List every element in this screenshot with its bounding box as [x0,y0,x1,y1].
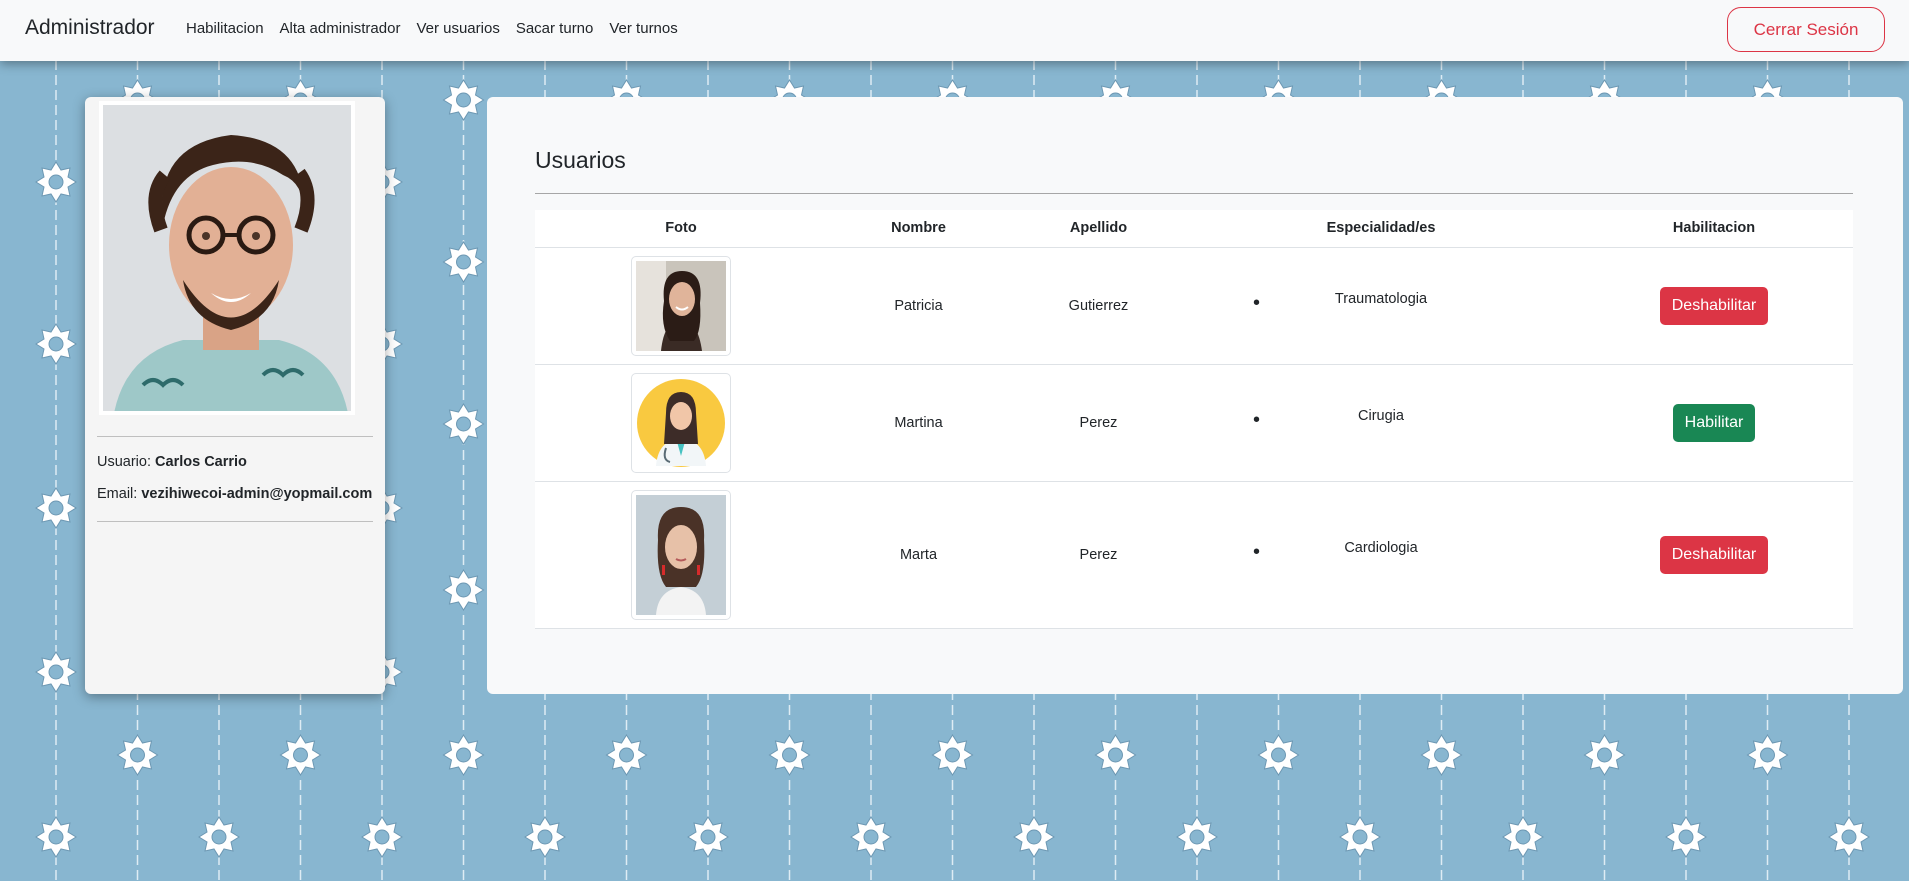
user-photo [631,255,731,356]
table-header-row: Foto Nombre Apellido Especialidad/es Hab… [535,210,1853,248]
user-apellido: Perez [1010,364,1187,482]
users-table: Foto Nombre Apellido Especialidad/es Hab… [535,210,1853,629]
profile-photo [99,101,355,415]
user-photo-cell [535,364,827,482]
user-photo-martina [636,377,726,468]
top-navbar: Administrador Habilitacion Alta administ… [0,0,1909,61]
profile-card: Usuario: Carlos Carrio Email: vezihiweco… [85,97,385,694]
nav-link-alta-administrador[interactable]: Alta administrador [280,20,401,37]
user-especialidad: Cirugia [1358,407,1404,424]
user-nombre: Martina [827,364,1010,482]
nav-link-habilitacion[interactable]: Habilitacion [186,20,264,37]
users-table-wrapper: Foto Nombre Apellido Especialidad/es Hab… [535,210,1853,629]
profile-divider-top [97,436,373,437]
column-header-apellido: Apellido [1010,210,1187,248]
users-panel: Usuarios Foto Nombre Apellido Especialid… [487,97,1903,694]
user-especialidad: Traumatologia [1334,290,1428,307]
user-apellido: Perez [1010,481,1187,629]
user-photo-cell [535,481,827,629]
profile-email-line: Email: vezihiwecoi-admin@yopmail.com [97,486,372,502]
disable-user-button[interactable]: Deshabilitar [1659,535,1769,574]
user-nombre: Patricia [827,247,1010,365]
bullet-icon: • [1253,540,1261,563]
brand-title[interactable]: Administrador [25,16,155,40]
user-photo [631,372,731,473]
user-action-cell: Deshabilitar [1575,247,1853,365]
disable-user-button[interactable]: Deshabilitar [1659,286,1769,325]
profile-user-label: Usuario: [97,454,151,470]
page-title: Usuarios [535,147,626,173]
user-nombre: Marta [827,481,1010,629]
logout-button[interactable]: Cerrar Sesión [1727,7,1885,52]
title-divider [535,193,1853,194]
user-action-cell: Deshabilitar [1575,481,1853,629]
enable-user-button[interactable]: Habilitar [1672,403,1756,442]
table-row: Martina Perez • Cirugia Habilitar [535,364,1853,482]
nav-link-sacar-turno[interactable]: Sacar turno [516,20,594,37]
profile-user-line: Usuario: Carlos Carrio [97,454,247,470]
column-header-especialidad: Especialidad/es [1187,210,1575,248]
profile-email-value: vezihiwecoi-admin@yopmail.com [141,486,373,502]
user-photo-marta [636,494,726,615]
user-photo-cell [535,247,827,365]
user-action-cell: Habilitar [1575,364,1853,482]
user-especialidad-cell: • Cirugia [1187,364,1575,482]
user-especialidad: Cardiologia [1344,539,1418,556]
profile-email-label: Email: [97,486,138,502]
nav-link-ver-turnos[interactable]: Ver turnos [609,20,677,37]
bullet-icon: • [1253,291,1261,314]
user-especialidad-cell: • Cardiologia [1187,481,1575,629]
user-photo-patricia [636,260,726,351]
column-header-foto: Foto [535,210,827,248]
user-photo [631,489,731,620]
user-especialidad-cell: • Traumatologia [1187,247,1575,365]
profile-divider-bottom [97,521,373,522]
user-apellido: Gutierrez [1010,247,1187,365]
bullet-icon: • [1253,408,1261,431]
column-header-habilitacion: Habilitacion [1575,210,1853,248]
table-row: Marta Perez • Cardiologia Deshabilitar [535,481,1853,629]
column-header-nombre: Nombre [827,210,1010,248]
profile-user-name: Carlos Carrio [155,454,247,470]
nav-link-ver-usuarios[interactable]: Ver usuarios [416,20,499,37]
table-row: Patricia Gutierrez • Traumatologia Desha… [535,247,1853,365]
nav-links: Habilitacion Alta administrador Ver usua… [186,20,694,37]
profile-avatar-illustration [103,105,351,411]
